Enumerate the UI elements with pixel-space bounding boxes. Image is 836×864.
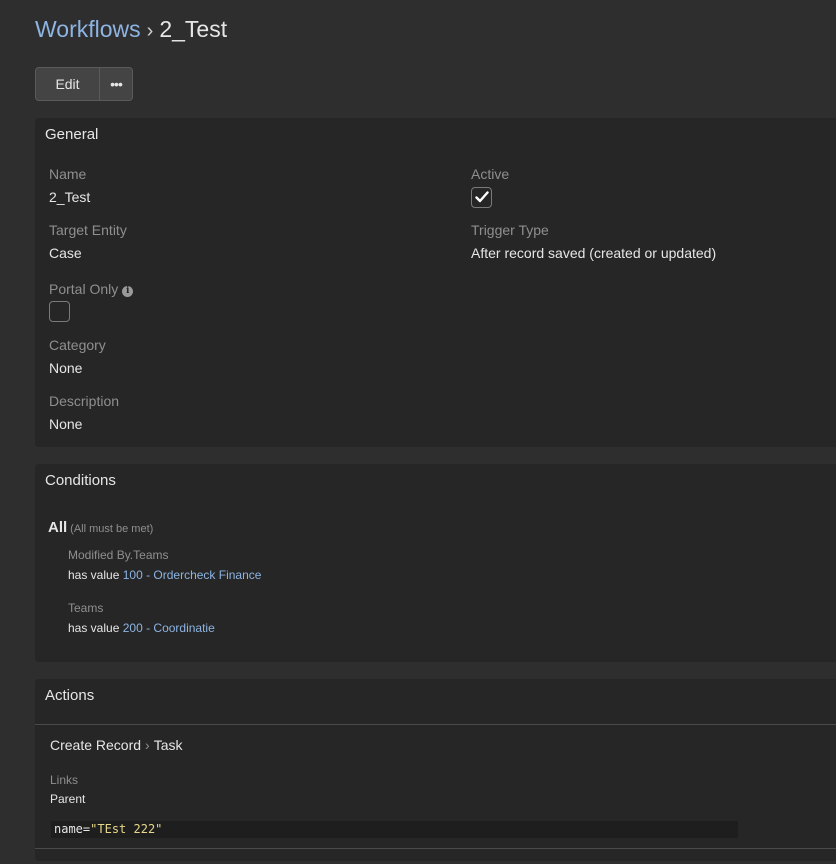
- condition-group-label: All: [48, 519, 68, 536]
- action-separator: ›: [145, 737, 150, 753]
- name-value: 2_Test: [49, 189, 91, 205]
- condition-group-note: (All must be met): [70, 523, 154, 535]
- action-entity: Task: [153, 737, 183, 753]
- target-entity-label: Target Entity: [49, 222, 127, 238]
- condition-value-link[interactable]: 100 - Ordercheck Finance: [123, 568, 262, 582]
- portal-only-label-text: Portal Only: [49, 281, 119, 297]
- conditions-panel-title: Conditions: [45, 472, 116, 489]
- condition-field: Teams: [68, 601, 104, 615]
- portal-only-label: Portal Only i: [49, 281, 134, 297]
- active-checkbox[interactable]: [471, 187, 492, 208]
- trigger-type-value: After record saved (created or updated): [471, 245, 717, 261]
- record-button-group: Edit •••: [35, 67, 133, 101]
- description-label: Description: [49, 393, 120, 409]
- actions-panel-title: Actions: [45, 687, 95, 704]
- breadcrumb: Workflows › 2_Test: [35, 14, 227, 46]
- category-label: Category: [49, 337, 106, 353]
- category-value: None: [49, 360, 83, 376]
- breadcrumb-separator: ›: [146, 20, 154, 42]
- links-value: Parent: [50, 792, 86, 806]
- conditions-panel: Conditions All (All must be met) Modified…: [35, 464, 836, 662]
- more-dots-icon: •••: [110, 76, 123, 92]
- page-title: 2_Test: [159, 16, 228, 42]
- checkmark-icon: [475, 191, 489, 203]
- condition-value-link[interactable]: 200 - Coordinatie: [123, 621, 215, 635]
- condition-operator: has value: [68, 568, 120, 582]
- more-actions-button[interactable]: •••: [100, 67, 133, 101]
- info-icon[interactable]: i: [122, 286, 134, 297]
- condition-line: has value 100 - Ordercheck Finance: [68, 568, 261, 582]
- active-label: Active: [471, 166, 510, 182]
- condition-group-all: All (All must be met): [48, 519, 153, 536]
- condition-operator: has value: [68, 621, 120, 635]
- name-label: Name: [49, 166, 87, 182]
- workflow-detail-page: Workflows › 2_Test Edit ••• General Name 2…: [0, 0, 836, 864]
- condition-field: Modified By.Teams: [68, 548, 169, 562]
- description-value: None: [49, 416, 83, 432]
- action-title: Create Record › Task: [50, 737, 183, 753]
- formula-key: name: [54, 822, 83, 836]
- actions-bottom-divider: [35, 848, 836, 849]
- formula-value: "TEst 222": [90, 822, 163, 836]
- trigger-type-label: Trigger Type: [471, 222, 549, 238]
- links-label: Links: [50, 773, 79, 787]
- general-panel-title: General: [45, 126, 99, 143]
- general-panel: General Name 2_Test Active Target Entity…: [35, 118, 836, 447]
- action-type: Create Record: [50, 737, 142, 753]
- actions-divider: [35, 724, 836, 725]
- edit-button[interactable]: Edit: [35, 67, 100, 101]
- portal-only-checkbox[interactable]: [49, 301, 70, 322]
- target-entity-value: Case: [49, 245, 82, 261]
- condition-line: has value 200 - Coordinatie: [68, 621, 215, 635]
- formula-code-block: name="TEst 222": [51, 821, 738, 838]
- actions-panel: Actions Create Record › Task Links Parent …: [35, 679, 836, 861]
- breadcrumb-workflows-link[interactable]: Workflows: [35, 16, 141, 42]
